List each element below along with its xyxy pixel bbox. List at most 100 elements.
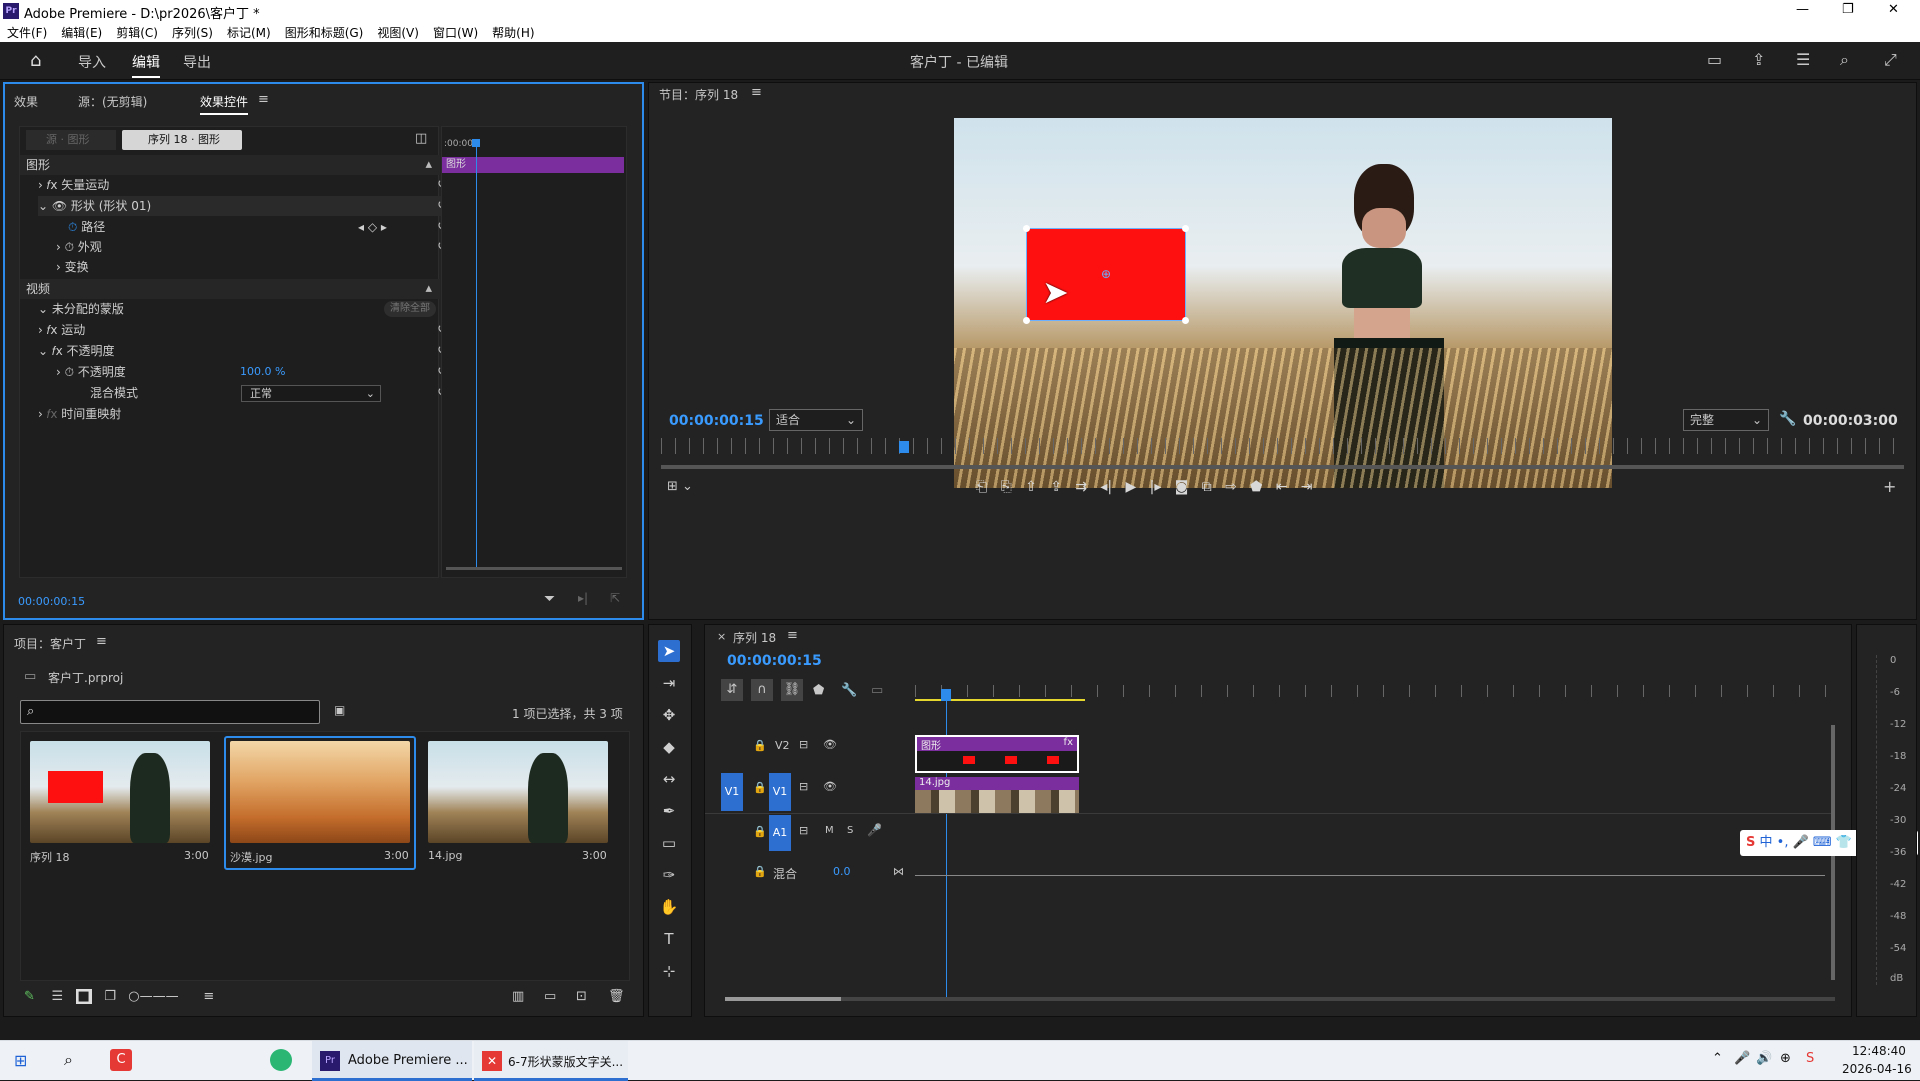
fullscreen-icon[interactable]: ⤢ [1884,50,1897,70]
track-v1-label[interactable]: V1 [769,773,791,811]
effect-motion[interactable]: › 𝑓x 运动↺ [38,320,452,340]
clip-graphic[interactable]: 图形 fx [915,735,1079,773]
camera-icon[interactable]: ◙ [1175,479,1189,495]
taskbar-wps[interactable]: ✕ 6-7形状蒙版文字关... [474,1041,628,1081]
mini-clip-bar[interactable]: 图形 [442,157,624,173]
menu-view[interactable]: 视图(V) [370,22,426,41]
thumb-sequence[interactable] [30,741,210,843]
type-icon[interactable]: T [658,928,680,950]
add-marker-icon[interactable]: ⬟ [813,683,824,698]
new-bin-icon[interactable]: ▣ [334,703,345,717]
step-forward-icon[interactable]: |▸ [1150,479,1162,495]
menu-window[interactable]: 窗口(W) [426,22,485,41]
settings-wrench-icon[interactable]: 🔧 [841,683,857,698]
pencil-icon[interactable]: ✎ [24,989,35,1004]
mini-playhead-icon[interactable] [472,139,480,147]
tab-effect-controls[interactable]: 效果控件 [200,93,249,115]
play-icon[interactable]: ▶ [1126,479,1137,495]
timeline-ruler[interactable] [915,685,1830,697]
clear-all-button[interactable]: 清除全部 [384,301,436,317]
sync-icon[interactable]: ⊟ [799,824,808,837]
tray-mic-icon[interactable]: 🎤 [1734,1051,1750,1066]
freeform-view-icon[interactable]: ❐ [104,989,116,1004]
app-red-icon[interactable]: C [110,1049,132,1071]
menu-graphics[interactable]: 图形和标题(G) [278,22,371,41]
export-frame-icon[interactable]: ⇨ [1225,479,1237,495]
effect-unassigned-mask[interactable]: ⌄ 未分配的蒙版 清除全部 [38,299,452,319]
hand-icon[interactable]: ✋ [658,896,680,918]
keyframe-nav-icon[interactable]: ◂ ◇ ▸ [358,217,387,237]
track-v2-label[interactable]: V2 [775,739,790,752]
menu-file[interactable]: 文件(F) [0,22,54,41]
panel-toggle-icon[interactable]: ◫ [415,131,427,146]
opacity-value[interactable]: 100.0 % [240,362,285,382]
sync-icon[interactable]: ⊟ [799,780,808,793]
panel-menu-icon[interactable]: ≡ [258,92,269,107]
trash-icon[interactable]: 🗑 [608,989,625,1004]
safe-margins-icon[interactable]: ⊞ ⌄ [667,479,693,494]
thumb-desert[interactable] [230,741,410,843]
menu-marker[interactable]: 标记(M) [220,22,278,41]
mix-value[interactable]: 0.0 [833,865,851,878]
source-clip-button[interactable]: 源 · 图形 [26,130,116,150]
captions-icon[interactable]: ▭ [871,683,883,698]
sequence-clip-button[interactable]: 序列 18 · 图形 [122,130,242,150]
close-tab-icon[interactable]: × [717,630,726,643]
search-icon[interactable]: ⌕ [64,1050,73,1070]
search-input[interactable]: ⌕ [20,700,320,724]
lock-icon[interactable]: 🔒 [753,781,767,794]
effect-vector-motion[interactable]: › 𝑓x 矢量运动↺ [38,175,452,195]
mute-button[interactable]: M [825,825,834,836]
overwrite-icon[interactable]: ⎘ [1001,479,1012,495]
slip-icon[interactable]: ↔ [658,768,680,790]
step-back-icon[interactable]: ◂| [1100,479,1112,495]
clip-14jpg[interactable]: 14.jpg [915,777,1079,813]
play-only-icon[interactable]: ▸| [578,591,588,605]
clock-date[interactable]: 2026-04-16 [1842,1062,1912,1076]
tray-chevron-icon[interactable]: ⌃ [1712,1051,1723,1066]
tab-export[interactable]: 导出 [183,52,211,72]
go-out-icon[interactable]: ⇥ [1301,479,1313,495]
effect-shape[interactable]: ⌄ 👁 形状 (形状 01)↺ [38,196,452,216]
lock-icon[interactable]: 🔒 [753,865,767,878]
pen-icon[interactable]: ✒ [658,800,680,822]
menu-sequence[interactable]: 序列(S) [165,22,220,41]
razor-icon[interactable]: ◆ [658,736,680,758]
microphone-icon[interactable]: 🎤 [867,823,882,837]
program-playhead[interactable] [899,441,909,453]
blend-mode-select[interactable]: 正常 ⌄ [241,385,381,402]
filter-icon[interactable]: ⏷ [544,591,555,607]
wrench-icon[interactable]: 🔧 [1779,411,1796,427]
search-icon[interactable]: ⌕ [1840,50,1849,70]
insert-icon[interactable]: ⎗ [976,479,987,495]
prop-opacity[interactable]: › ⏱ 不透明度100.0 %↺ [38,362,452,382]
tab-edit[interactable]: 编辑 [132,52,160,78]
mix-end-icon[interactable]: ⋈ [893,865,904,878]
icon-view-icon[interactable]: ■ [75,989,92,1004]
maximize-button[interactable]: ❐ [1842,2,1854,17]
tray-volume-icon[interactable]: 🔊 [1756,1051,1772,1066]
effect-opacity[interactable]: ⌄ 𝑓x 不透明度↺ [38,341,452,361]
tab-import[interactable]: 导入 [78,52,106,72]
generate-icon[interactable]: ⊹ [658,960,680,982]
panel-menu-icon[interactable]: ≡ [96,634,107,649]
solo-button[interactable]: S [847,825,853,836]
lock-icon[interactable]: 🔒 [753,825,767,838]
clock-time[interactable]: 12:48:40 [1852,1044,1906,1058]
quality-select[interactable]: 完整 ⌄ [1683,409,1769,431]
menu-help[interactable]: 帮助(H) [485,22,541,41]
linked-icon[interactable]: ⛓ [781,679,803,701]
effect-time-remap[interactable]: › 𝑓x 时间重映射 [38,404,452,424]
menu-icon[interactable]: ☰ [1796,50,1810,69]
extract-icon[interactable]: ⇪ [1050,479,1062,495]
nest-icon[interactable]: ⇵ [721,679,743,701]
rectangle-icon[interactable]: ▭ [658,832,680,854]
workspace-icon[interactable]: ▭ [1707,50,1722,69]
home-icon[interactable]: ⌂ [30,50,41,71]
new-item-icon[interactable]: ⊡ [576,989,587,1004]
prop-path[interactable]: ⏱ 路径◂ ◇ ▸↺ [38,217,452,237]
horizontal-scrollbar[interactable] [725,997,1835,1001]
panel-menu-icon[interactable]: ≡ [751,85,762,100]
pen-tool-icon[interactable]: ✑ [658,864,680,886]
trim-icon[interactable]: ⇉ [1075,479,1087,495]
